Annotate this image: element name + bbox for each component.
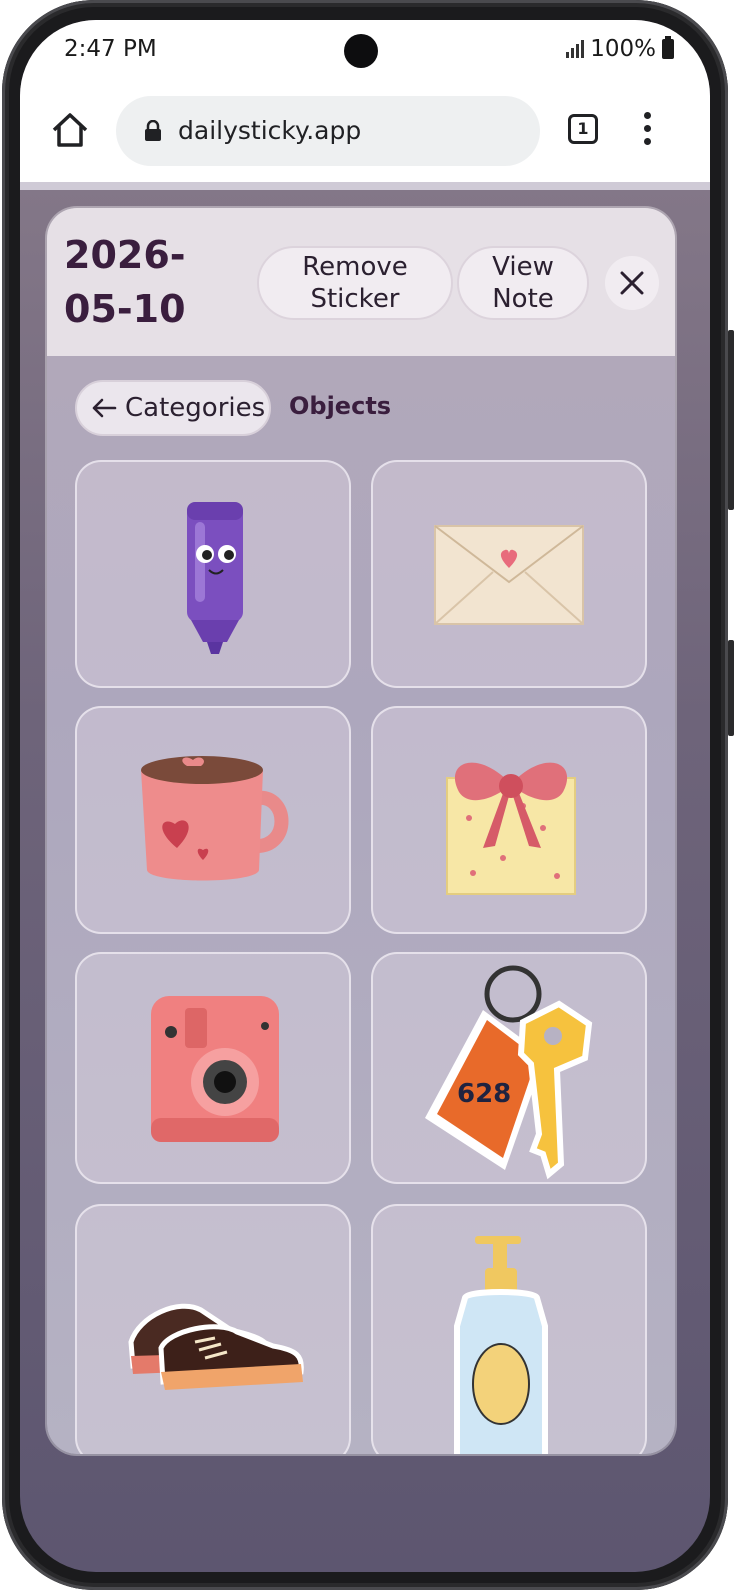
key-tag-number: 628 xyxy=(457,1079,511,1109)
hotel-key-sticker: 628 xyxy=(425,965,593,1180)
power-button xyxy=(728,640,734,736)
modal-date-title: 2026-05-10 xyxy=(64,233,186,331)
purple-highlighter-sticker xyxy=(187,502,243,654)
lock-icon xyxy=(145,120,161,141)
sticker-tile[interactable] xyxy=(371,706,647,934)
love-envelope-sticker xyxy=(434,525,584,625)
sticker-picker-modal: 2026-05-10 Remove Sticker View Note Cate… xyxy=(47,208,675,1454)
status-bar: 2:47 PM 100% xyxy=(20,20,710,82)
more-vert-icon[interactable] xyxy=(644,112,654,148)
signal-icon xyxy=(566,40,585,58)
address-bar[interactable]: dailysticky.app xyxy=(116,96,540,166)
front-camera xyxy=(344,34,378,68)
arrow-left-icon xyxy=(92,398,117,418)
sneakers-sticker xyxy=(128,1303,304,1390)
browser-toolbar: dailysticky.app 1 xyxy=(20,82,710,182)
status-time: 2:47 PM xyxy=(64,36,157,62)
home-icon[interactable] xyxy=(50,110,90,150)
page-background xyxy=(20,182,710,190)
modal-header: 2026-05-10 Remove Sticker View Note xyxy=(47,208,675,356)
heart-mug-sticker xyxy=(141,756,289,881)
volume-button xyxy=(728,330,734,510)
screen: 2:47 PM 100% dailysticky.app 1 2026-05-1… xyxy=(20,20,710,1572)
sticker-tile[interactable] xyxy=(75,460,351,688)
view-note-label: View Note xyxy=(492,252,554,314)
gift-box-sticker xyxy=(446,762,576,895)
battery-icon xyxy=(662,36,674,59)
sticker-tile[interactable]: 628 xyxy=(371,952,647,1184)
sticker-tile[interactable] xyxy=(371,460,647,688)
view-note-button[interactable]: View Note xyxy=(457,246,589,320)
sticker-tile[interactable] xyxy=(75,706,351,934)
sticker-tile[interactable] xyxy=(75,952,351,1184)
battery-percent: 100% xyxy=(590,36,656,62)
lotion-bottle-sticker xyxy=(454,1236,548,1454)
remove-sticker-label: Remove Sticker xyxy=(302,252,408,314)
url-text: dailysticky.app xyxy=(178,116,362,145)
section-title: Objects xyxy=(289,392,392,420)
status-icons: 100% xyxy=(566,36,674,62)
sticker-tile[interactable] xyxy=(371,1204,647,1454)
categories-back-button[interactable]: Categories xyxy=(75,380,271,436)
tabs-icon[interactable]: 1 xyxy=(568,114,598,144)
close-icon xyxy=(620,271,644,295)
categories-label: Categories xyxy=(125,393,266,423)
close-button[interactable] xyxy=(605,256,659,310)
pink-camera-sticker xyxy=(151,996,279,1142)
phone-frame: 2:47 PM 100% dailysticky.app 1 2026-05-1… xyxy=(0,0,734,1594)
sticker-tile[interactable] xyxy=(75,1204,351,1454)
remove-sticker-button[interactable]: Remove Sticker xyxy=(257,246,453,320)
